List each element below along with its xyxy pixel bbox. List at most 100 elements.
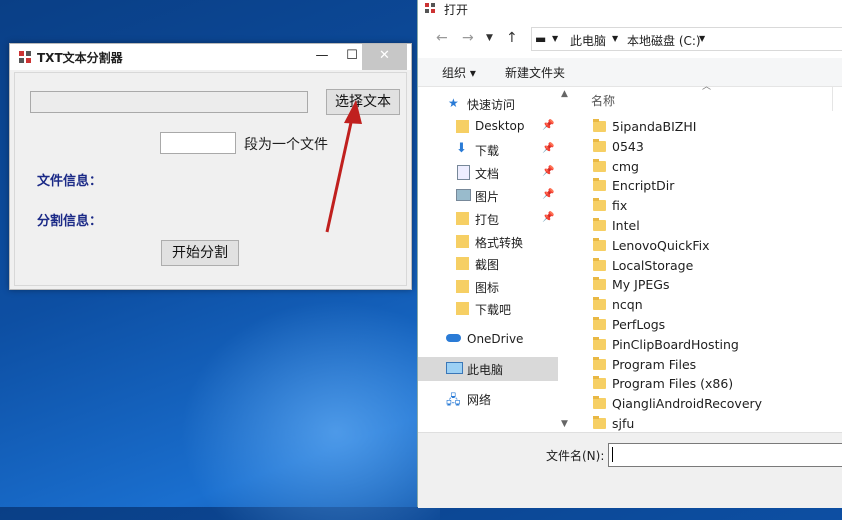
picture-icon <box>456 189 471 201</box>
nav-label: 图片 <box>475 190 500 204</box>
dialog-title: 打开 <box>444 3 469 17</box>
list-item[interactable]: Program Files <box>590 356 830 375</box>
file-name: Program Files (x86) <box>612 376 734 391</box>
dialog-footer: 文件名(N): <box>418 432 842 508</box>
pin-icon: 📌 <box>542 120 555 131</box>
file-name: sjfu <box>612 416 635 431</box>
list-item[interactable]: PinClipBoardHosting <box>590 336 830 355</box>
cloud-icon <box>446 334 461 342</box>
nav-format-convert[interactable]: 格式转换 <box>418 231 558 253</box>
network-icon: 🖧 <box>446 393 461 408</box>
nav-label: Desktop <box>475 119 525 133</box>
folder-icon <box>593 139 606 152</box>
list-item[interactable]: 5ipandaBIZHI <box>590 118 830 137</box>
breadcrumb-this-pc[interactable]: 此电脑 <box>570 32 606 49</box>
nav-xiazaiba[interactable]: 下载吧 <box>418 298 558 320</box>
filename-input[interactable] <box>608 443 842 467</box>
nav-label: 此电脑 <box>467 363 504 377</box>
folder-icon <box>456 302 469 315</box>
folder-icon <box>456 235 469 248</box>
file-name: QiangliAndroidRecovery <box>612 396 763 411</box>
folder-icon <box>593 159 606 172</box>
open-file-dialog: 打开 ← → ▼ ↑ ▬ ▼ 此电脑 ▼ 本地磁盘 (C:) ▼ 组织 ▾ 新建… <box>417 0 842 508</box>
list-item[interactable]: LenovoQuickFix <box>590 237 830 256</box>
chevron-down-icon[interactable]: ▼ <box>699 34 705 43</box>
folder-icon <box>593 178 606 191</box>
file-name: My JPEGs <box>612 277 670 292</box>
nav-downloads[interactable]: ⬇ 下载 📌 <box>418 139 558 161</box>
pin-icon: 📌 <box>542 189 555 200</box>
dialog-toolbar: 组织 ▾ 新建文件夹 <box>418 58 842 87</box>
column-divider[interactable] <box>832 87 833 111</box>
organize-menu[interactable]: 组织 ▾ <box>442 64 476 81</box>
list-item[interactable]: 0543 <box>590 138 830 157</box>
list-item[interactable]: Intel <box>590 217 830 236</box>
drive-icon: ▬ <box>535 32 547 46</box>
folder-icon <box>456 257 469 270</box>
file-name: LenovoQuickFix <box>612 238 710 253</box>
scroll-up-icon[interactable]: ▲ <box>561 89 568 99</box>
computer-icon <box>446 362 463 374</box>
file-name: cmg <box>612 159 639 174</box>
chevron-down-icon[interactable]: ▼ <box>552 34 558 43</box>
address-box[interactable]: ▬ ▼ 此电脑 ▼ 本地磁盘 (C:) ▼ <box>531 27 842 51</box>
nav-package[interactable]: 打包 📌 <box>418 208 558 230</box>
forward-arrow-icon[interactable]: → <box>462 30 474 46</box>
list-item[interactable]: QiangliAndroidRecovery <box>590 395 830 414</box>
list-item[interactable]: EncriptDir <box>590 177 830 196</box>
nav-desktop[interactable]: Desktop 📌 <box>418 116 558 138</box>
list-item[interactable]: My JPEGs <box>590 276 830 295</box>
list-item[interactable]: cmg <box>590 158 830 177</box>
folder-icon <box>593 119 606 132</box>
nav-label: 网络 <box>467 393 492 407</box>
nav-quick-access[interactable]: ★ 快速访问 <box>418 93 558 115</box>
folder-icon <box>593 337 606 350</box>
address-bar-row: ← → ▼ ↑ ▬ ▼ 此电脑 ▼ 本地磁盘 (C:) ▼ <box>418 25 842 51</box>
document-icon <box>457 165 470 180</box>
nav-pictures[interactable]: 图片 📌 <box>418 185 558 207</box>
folder-icon <box>593 238 606 251</box>
new-folder-button[interactable]: 新建文件夹 <box>505 64 565 81</box>
nav-scrollbar[interactable]: ▲ ▼ <box>558 87 574 432</box>
star-icon: ★ <box>448 96 459 110</box>
list-item[interactable]: fix <box>590 197 830 216</box>
file-name: EncriptDir <box>612 178 675 193</box>
breadcrumb-c-drive[interactable]: 本地磁盘 (C:) <box>627 32 701 49</box>
nav-onedrive[interactable]: OneDrive <box>418 329 558 351</box>
folder-icon <box>593 357 606 370</box>
file-name: Program Files <box>612 357 697 372</box>
column-header-name[interactable]: 名称 <box>591 92 615 109</box>
dialog-title-bar: 打开 <box>418 0 842 17</box>
file-name: PerfLogs <box>612 317 666 332</box>
file-name: 5ipandaBIZHI <box>612 119 697 134</box>
folder-icon <box>593 396 606 409</box>
nav-screenshots[interactable]: 截图 <box>418 253 558 275</box>
list-item[interactable]: PerfLogs <box>590 316 830 335</box>
scroll-down-icon[interactable]: ▼ <box>561 419 568 429</box>
nav-network[interactable]: 🖧 网络 <box>418 388 558 410</box>
nav-label: 格式转换 <box>475 236 524 250</box>
chevron-down-icon[interactable]: ▼ <box>612 34 618 43</box>
nav-label: 截图 <box>475 258 500 272</box>
file-name: fix <box>612 198 628 213</box>
filename-label: 文件名(N): <box>546 449 605 463</box>
back-arrow-icon[interactable]: ← <box>436 30 448 46</box>
up-arrow-icon[interactable]: ↑ <box>506 30 518 46</box>
list-item[interactable]: ncqn <box>590 296 830 315</box>
sort-ascending-icon: ︿ <box>702 82 712 92</box>
list-item[interactable]: Program Files (x86) <box>590 375 830 394</box>
file-name: ncqn <box>612 297 643 312</box>
folder-icon <box>456 212 469 225</box>
pin-icon: 📌 <box>542 166 555 177</box>
nav-label: 快速访问 <box>467 98 516 112</box>
nav-icons[interactable]: 图标 <box>418 276 558 298</box>
nav-this-pc[interactable]: 此电脑 <box>418 357 558 381</box>
recent-dropdown-icon[interactable]: ▼ <box>486 33 493 43</box>
navigation-pane: ★ 快速访问 Desktop 📌 ⬇ 下载 📌 文档 📌 图片 📌 打包 📌 格… <box>418 87 559 432</box>
file-list: ︿ 名称 5ipandaBIZHI 0543 cmg EncriptDir fi… <box>574 82 842 432</box>
list-item[interactable]: LocalStorage <box>590 257 830 276</box>
pin-icon: 📌 <box>542 212 555 223</box>
nav-documents[interactable]: 文档 📌 <box>418 162 558 184</box>
folder-icon <box>593 297 606 310</box>
folder-icon <box>593 218 606 231</box>
